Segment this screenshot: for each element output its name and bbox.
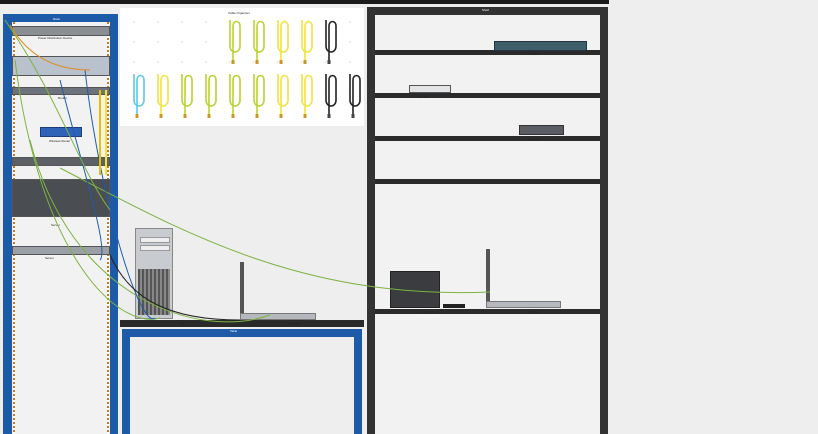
table[interactable]: Table <box>120 320 364 434</box>
shelf-switch-label: Switch <box>530 52 539 56</box>
rack-1[interactable]: Rack Power Distribution Device Router Wi… <box>3 14 118 434</box>
shelf-laptop-label: Laptop <box>530 310 540 314</box>
organizer-cable[interactable] <box>157 74 169 118</box>
shelf-modem-label: Modem <box>530 137 541 141</box>
rack-rail-left <box>13 22 15 434</box>
organizer-cable[interactable] <box>277 20 289 64</box>
table-label: Table <box>230 329 238 333</box>
organizer-cable[interactable] <box>325 74 337 118</box>
wireless-router-device[interactable] <box>40 127 82 137</box>
table-frame <box>122 329 362 434</box>
ip-phone[interactable] <box>390 271 440 308</box>
shelf-laptop-base[interactable] <box>486 301 561 308</box>
table-top <box>120 320 364 327</box>
shelf-board-5 <box>375 309 600 314</box>
patch-panel-device[interactable] <box>12 56 110 76</box>
cable-organizer-panel: Cable Organizer <box>120 8 364 126</box>
rack-title: Rack <box>53 17 60 21</box>
router-device[interactable] <box>12 87 110 95</box>
wireless-router-label: Wireless Router <box>49 139 71 143</box>
shelf-board-2 <box>375 93 600 98</box>
shelf-switch[interactable] <box>494 41 587 51</box>
organizer-cable[interactable] <box>301 20 313 64</box>
cable-organizer-cables <box>133 20 361 118</box>
shelf-router[interactable] <box>409 85 451 93</box>
server-2-label: Server <box>45 256 54 260</box>
shelf-inner <box>375 15 600 434</box>
server-device-2[interactable] <box>12 246 110 255</box>
shelf-small-device[interactable] <box>443 304 465 308</box>
organizer-cable[interactable] <box>253 20 265 64</box>
organizer-cable[interactable] <box>205 74 217 118</box>
shelf-modem[interactable] <box>519 125 564 135</box>
pc-label: PC <box>180 321 185 325</box>
top-menu-strip <box>0 0 609 4</box>
power-device-label: Power Distribution Device <box>38 36 73 40</box>
switch-device[interactable] <box>12 157 110 166</box>
shelf-board-4 <box>375 179 600 184</box>
power-distribution-device[interactable] <box>12 26 110 36</box>
ip-phone-label: IP Phone <box>422 310 435 314</box>
pc-tower[interactable] <box>135 228 173 319</box>
laptop-base[interactable] <box>240 313 316 320</box>
organizer-cable[interactable] <box>229 20 241 64</box>
organizer-cable[interactable] <box>229 74 241 118</box>
router-label: Router <box>58 96 68 100</box>
shelf-title: Shelf <box>482 8 489 12</box>
organizer-cable[interactable] <box>349 74 361 118</box>
server-1-label: Server <box>51 223 60 227</box>
shelf-router-label: Router <box>419 95 429 99</box>
organizer-cable[interactable] <box>133 74 145 118</box>
rack-inner <box>12 22 110 434</box>
organizer-cable[interactable] <box>301 74 313 118</box>
organizer-cable[interactable] <box>277 74 289 118</box>
server-device-1[interactable] <box>12 179 110 217</box>
laptop-screen[interactable] <box>240 262 244 318</box>
shelf-board-3 <box>375 136 600 141</box>
shelf-laptop-screen[interactable] <box>486 249 490 304</box>
organizer-cable[interactable] <box>325 20 337 64</box>
cable-black-1 <box>109 254 241 321</box>
organizer-cable[interactable] <box>181 74 193 118</box>
rack-rail-right <box>107 22 109 434</box>
shelf[interactable]: Shelf <box>367 7 608 434</box>
laptop-label: Laptop <box>290 321 300 325</box>
organizer-cable[interactable] <box>253 74 265 118</box>
